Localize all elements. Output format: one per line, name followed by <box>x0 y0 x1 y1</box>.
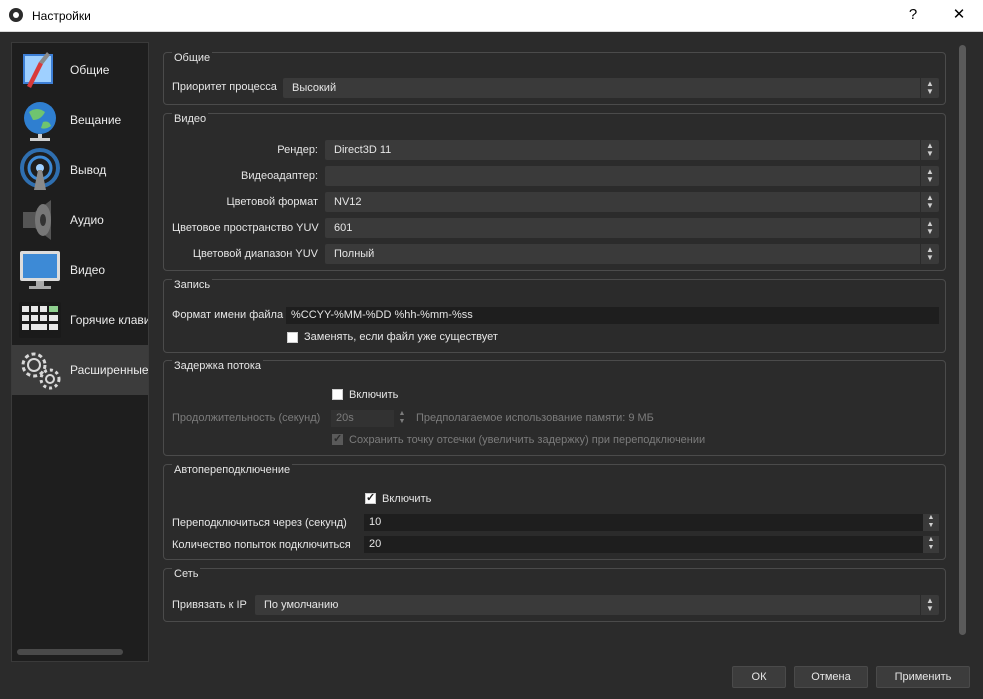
reconnect-enable-label: Включить <box>382 493 432 505</box>
stream-delay-group: Задержка потока Включить Продолжительнос… <box>163 360 946 456</box>
cancel-button[interactable]: Отмена <box>794 666 868 688</box>
close-button[interactable]: ✕ <box>944 5 974 25</box>
reconnect-enable-checkbox[interactable] <box>365 491 376 504</box>
apply-button[interactable]: Применить <box>876 666 970 688</box>
dropdown-value: 601 <box>334 222 353 234</box>
dropdown-arrows-icon: ▲ ▼ <box>920 166 939 186</box>
dropdown-arrows-icon: ▲ ▼ <box>920 244 939 264</box>
group-title: Задержка потока <box>172 360 264 372</box>
dropdown-value: Полный <box>334 248 375 260</box>
help-button[interactable]: ? <box>898 5 928 25</box>
auto-reconnect-group: Автопереподключение Включить Переподключ… <box>163 464 946 560</box>
sidebar-item-advanced[interactable]: Расширенные <box>12 345 148 395</box>
sidebar-item-label: Расширенные <box>70 363 148 377</box>
retry-delay-spinbox[interactable]: 10 ▲ ▼ <box>364 514 939 531</box>
color-format-label: Цветовой формат <box>226 196 318 208</box>
general-group: Общие Приоритет процесса Высокий ▲ ▼ <box>163 52 946 105</box>
obs-logo-icon <box>9 8 23 22</box>
group-title: Автопереподключение <box>172 464 293 476</box>
group-title: Общие <box>172 52 213 64</box>
sidebar-item-video[interactable]: Видео <box>12 245 148 295</box>
sidebar-item-general[interactable]: Общие <box>12 45 148 95</box>
overwrite-checkbox[interactable] <box>287 332 298 343</box>
speaker-icon <box>23 200 51 240</box>
scrollbar-thumb[interactable] <box>959 45 966 635</box>
network-group: Сеть Привязать к IP По умолчанию ▲ ▼ <box>163 568 946 622</box>
sidebar-item-label: Горячие клавиши <box>70 313 148 327</box>
dropdown-arrows-icon: ▲ ▼ <box>920 595 939 615</box>
yuv-colorspace-label: Цветовое пространство YUV <box>172 222 319 234</box>
process-priority-dropdown[interactable]: Высокий ▲ ▼ <box>283 78 939 98</box>
overwrite-label: Заменять, если файл уже существует <box>304 331 498 343</box>
title-bar: Настройки ? ✕ <box>0 0 983 32</box>
filename-format-input[interactable]: %CCYY-%MM-%DD %hh-%mm-%ss <box>286 307 939 324</box>
stream-delay-enable-label: Включить <box>349 389 399 401</box>
spin-arrows-icon: ▲ ▼ <box>923 536 939 553</box>
video-group: Видео Рендер: Direct3D 11 ▲ ▼ Видеоадапте… <box>163 113 946 271</box>
delay-duration-label: Продолжительность (секунд) <box>172 412 321 424</box>
sidebar-item-label: Аудио <box>70 213 104 227</box>
bind-ip-label: Привязать к IP <box>172 599 247 611</box>
dropdown-value: NV12 <box>334 196 362 208</box>
max-retries-label: Количество попыток подключиться <box>172 539 351 551</box>
dropdown-value: По умолчанию <box>264 599 339 611</box>
preserve-cutoff-checkbox[interactable] <box>332 432 343 445</box>
group-title: Сеть <box>172 568 201 580</box>
sidebar-item-hotkeys[interactable]: Горячие клавиши <box>12 295 148 345</box>
spinbox-value: 10 <box>369 516 382 528</box>
retry-delay-label: Переподключиться через (секунд) <box>172 517 347 529</box>
dropdown-arrows-icon: ▲ ▼ <box>920 140 939 160</box>
spinbox-value: 20 <box>369 538 382 550</box>
sidebar-item-output[interactable]: Вывод <box>12 145 148 195</box>
dropdown-arrows-icon: ▲ ▼ <box>920 192 939 212</box>
sidebar-item-label: Вещание <box>70 113 122 127</box>
sidebar-item-label: Видео <box>70 263 106 277</box>
gears-icon <box>21 352 61 390</box>
recording-group: Запись Формат имени файла %CCYY-%MM-%DD … <box>163 279 946 353</box>
yuv-colorspace-dropdown[interactable]: 601 ▲ ▼ <box>325 218 939 238</box>
dropdown-arrows-icon: ▲ ▼ <box>920 218 939 238</box>
color-format-dropdown[interactable]: NV12 ▲ ▼ <box>325 192 939 212</box>
sidebar-item-label: Общие <box>70 63 110 77</box>
process-priority-label: Приоритет процесса <box>172 81 277 93</box>
dropdown-value: Высокий <box>292 82 337 94</box>
ok-button[interactable]: ОК <box>732 666 786 688</box>
preserve-cutoff-label: Сохранить точку отсечки (увеличить задер… <box>349 434 706 446</box>
sidebar-horizontal-scrollbar[interactable] <box>17 649 123 655</box>
advanced-settings-panel: Общие Приоритет процесса Высокий ▲ ▼ Виде… <box>161 42 951 660</box>
general-icon <box>23 52 53 88</box>
group-title: Запись <box>172 279 213 291</box>
dropdown-arrows-icon: ▲ ▼ <box>920 78 939 98</box>
spin-arrows-icon: ▲ ▼ <box>923 514 939 531</box>
yuv-range-label: Цветовой диапазон YUV <box>192 248 318 260</box>
group-title: Видео <box>172 113 209 125</box>
renderer-dropdown[interactable]: Direct3D 11 ▲ ▼ <box>325 140 939 160</box>
sidebar-item-audio[interactable]: Аудио <box>12 195 148 245</box>
dropdown-value: Direct3D 11 <box>334 144 392 156</box>
sidebar-item-stream[interactable]: Вещание <box>12 95 148 145</box>
delay-duration-spinbox[interactable]: 20s ▲ ▼ <box>331 410 410 427</box>
sidebar-item-label: Вывод <box>70 163 107 177</box>
memory-usage-label: Предполагаемое использование памяти: 9 М… <box>416 412 654 424</box>
window-title: Настройки <box>32 9 91 23</box>
monitor-icon <box>20 251 60 289</box>
filename-format-label: Формат имени файла <box>172 309 284 321</box>
yuv-range-dropdown[interactable]: Полный ▲ ▼ <box>325 244 939 264</box>
settings-sidebar: Общие Вещание Вывод Аудио Видео Горячие … <box>11 42 149 662</box>
renderer-label: Рендер: <box>277 144 318 156</box>
max-retries-spinbox[interactable]: 20 ▲ ▼ <box>364 536 939 553</box>
settings-vertical-scrollbar[interactable] <box>957 43 968 637</box>
bind-ip-dropdown[interactable]: По умолчанию ▲ ▼ <box>255 595 939 615</box>
output-broadcast-icon <box>20 148 60 190</box>
spinbox-value: 20s <box>336 412 354 424</box>
keyboard-icon <box>19 302 61 338</box>
stream-globe-icon <box>24 102 56 141</box>
video-adapter-dropdown[interactable]: ▲ ▼ <box>325 166 939 186</box>
stream-delay-enable-checkbox[interactable] <box>332 389 343 400</box>
video-adapter-label: Видеоадаптер: <box>241 170 318 182</box>
spin-arrows-icon: ▲ ▼ <box>394 410 410 427</box>
